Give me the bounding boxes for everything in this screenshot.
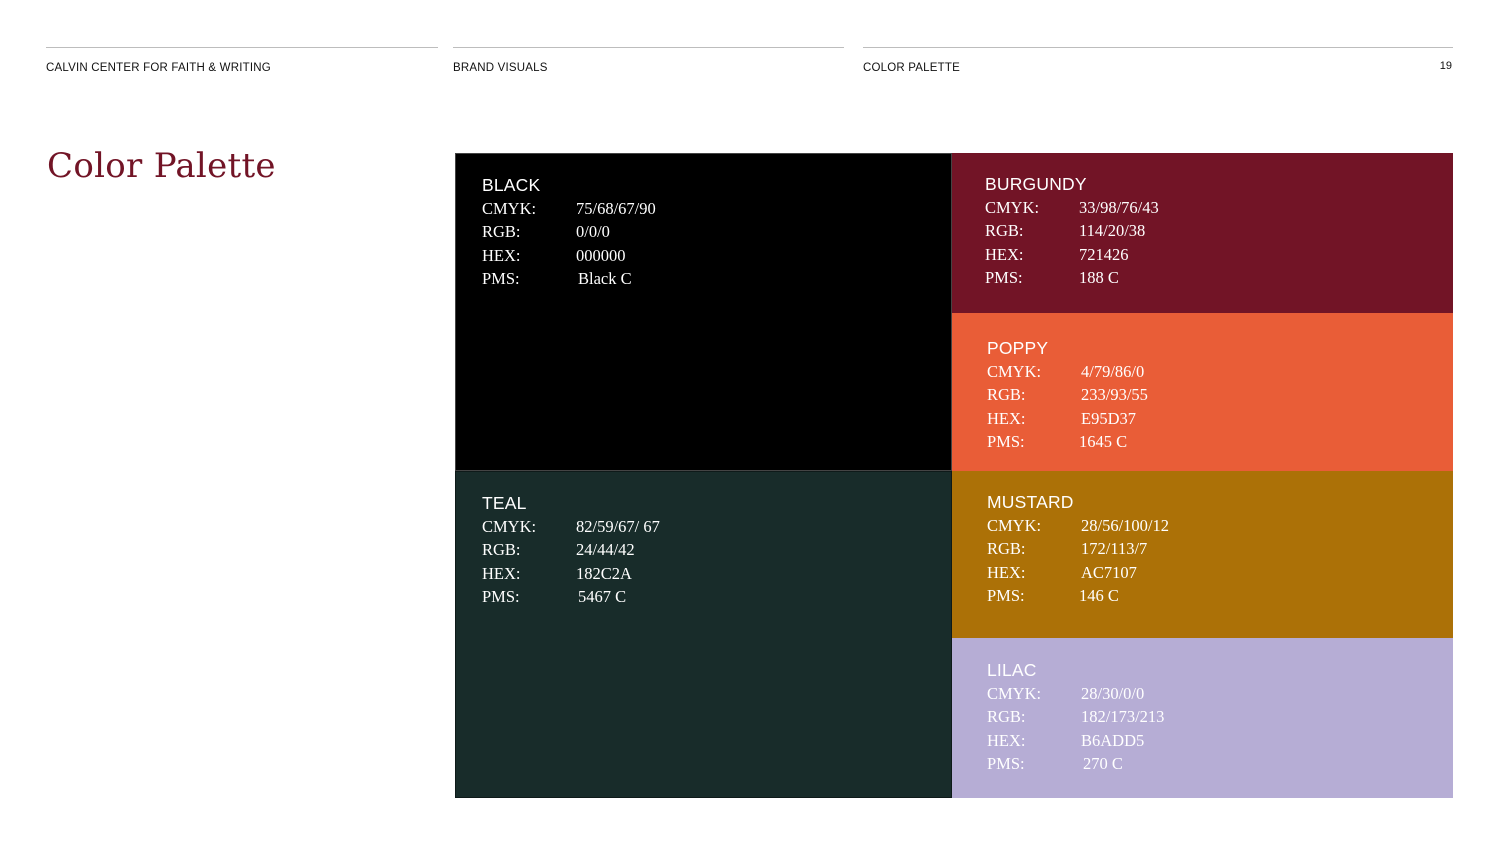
header-rule-3 — [863, 47, 1453, 48]
header-organization: CALVIN CENTER FOR FAITH & WRITING — [46, 62, 271, 74]
swatch-burgundy: BURGUNDY CMYK: 33/98/76/43 RGB: 114/20/38 … — [952, 153, 1453, 313]
swatch-name: MUSTARD — [987, 492, 1074, 512]
swatch-teal: TEAL CMYK: 82/59/67/ 67 RGB: 24/44/42 HEX:… — [455, 471, 952, 798]
page-number: 19 — [1439, 60, 1452, 72]
swatch-lilac: LILAC CMYK: 28/30/0/0 RGB: 182/173/213 HEX… — [952, 638, 1453, 798]
header-rule-2 — [453, 47, 844, 48]
swatch-poppy: POPPY CMYK: 4/79/86/0 RGB: 233/93/55 HEX: E… — [952, 313, 1453, 471]
swatch-name: BLACK — [482, 175, 541, 195]
header-section: BRAND VISUALS — [453, 62, 548, 74]
header-subsection: COLOR PALETTE — [863, 62, 960, 74]
swatch-name: TEAL — [482, 493, 527, 513]
swatch-black: BLACK CMYK: 75/68/67/90 RGB: 0/0/0 HEX: 000… — [455, 153, 952, 471]
swatch-name: LILAC — [987, 660, 1037, 680]
page-title: Color Palette — [47, 146, 276, 186]
color-palette-grid: BLACK CMYK: 75/68/67/90 RGB: 0/0/0 HEX: 000… — [455, 153, 1453, 798]
swatch-name: BURGUNDY — [985, 174, 1087, 194]
header-rule-1 — [46, 47, 438, 48]
swatch-mustard: MUSTARD CMYK: 28/56/100/12 RGB: 172/113/7 … — [952, 471, 1453, 638]
swatch-name: POPPY — [987, 338, 1049, 358]
